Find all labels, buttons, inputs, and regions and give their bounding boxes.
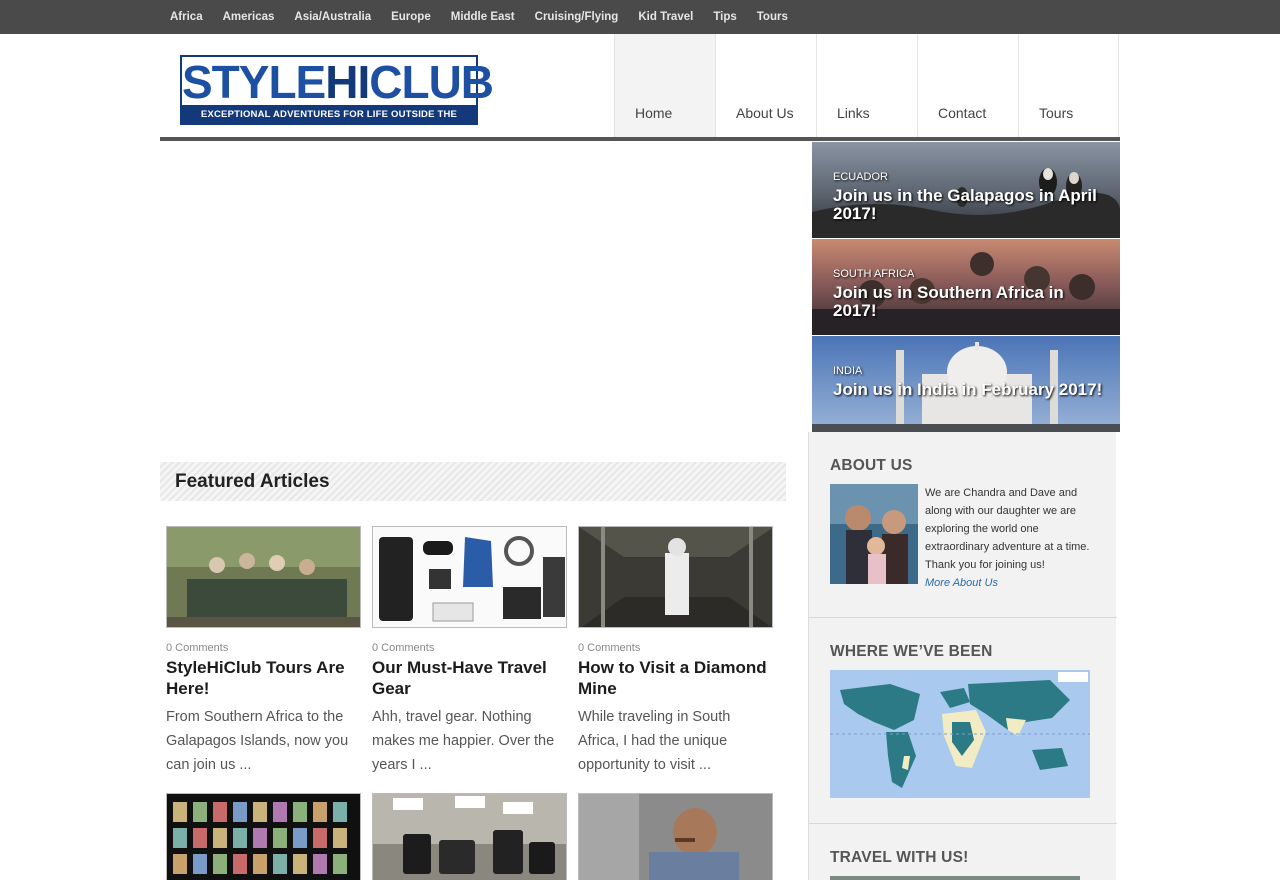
article-thumbnail[interactable] — [372, 526, 567, 628]
article-excerpt: While traveling in South Africa, I had t… — [578, 709, 731, 773]
travel-with-us-image[interactable] — [830, 876, 1080, 880]
travel-map[interactable] — [830, 670, 1090, 798]
promo-headline: Join us in India in February 2017! — [833, 380, 1103, 399]
nav-home[interactable]: Home — [614, 34, 715, 137]
header-divider — [160, 137, 1120, 141]
logo-tagline: EXCEPTIONAL ADVENTURES FOR LIFE OUTSIDE … — [180, 105, 478, 140]
category-link-middle-east[interactable]: Middle East — [451, 11, 515, 23]
travel-gear-photo — [373, 527, 566, 627]
article-card[interactable] — [166, 793, 362, 880]
article-card[interactable] — [372, 793, 568, 880]
about-us-text: We are Chandra and Dave and along with o… — [925, 487, 1090, 589]
article-thumbnail[interactable] — [166, 793, 361, 880]
site-logo[interactable]: STYLEHICLUB EXCEPTIONAL ADVENTURES FOR L… — [180, 55, 494, 140]
comment-count[interactable]: 0 Comments — [372, 642, 434, 654]
category-link-africa[interactable]: Africa — [170, 11, 203, 23]
promo-south-africa[interactable]: SOUTH AFRICA Join us in Southern Africa … — [812, 239, 1120, 335]
article-excerpt: From Southern Africa to the Galapagos Is… — [166, 709, 349, 773]
category-link-tips[interactable]: Tips — [713, 11, 736, 23]
promo-headline: Join us in the Galapagos in April 2017! — [833, 186, 1097, 223]
promo-kicker: ECUADOR — [833, 171, 889, 183]
comment-count[interactable]: 0 Comments — [578, 642, 640, 654]
travel-with-us-widget: TRAVEL WITH US! — [809, 824, 1117, 880]
article-thumbnail[interactable] — [372, 793, 567, 880]
promo-slider: ECUADOR Join us in the Galapagos in Apri… — [812, 142, 1120, 433]
site-header: STYLEHICLUB EXCEPTIONAL ADVENTURES FOR L… — [160, 34, 1120, 142]
more-about-us-link[interactable]: More About Us — [925, 577, 998, 589]
article-title[interactable]: How to Visit a Diamond Mine — [578, 657, 774, 699]
sidebar: ABOUT US We are Chandra and Dave and alo… — [808, 432, 1117, 880]
category-nav: Africa Americas Asia/Australia Europe Mi… — [160, 0, 808, 34]
promo-kicker: INDIA — [833, 365, 863, 377]
about-us-widget: ABOUT US We are Chandra and Dave and alo… — [809, 432, 1117, 618]
article-title[interactable]: Our Must-Have Travel Gear — [372, 657, 568, 699]
luggage-photo — [373, 794, 566, 880]
top-category-bar: Africa Americas Asia/Australia Europe Mi… — [0, 0, 1280, 34]
article-thumbnail[interactable] — [578, 793, 773, 880]
family-photo — [830, 484, 918, 584]
nav-about-us[interactable]: About Us — [715, 34, 816, 137]
article-excerpt: Ahh, travel gear. Nothing makes me happi… — [372, 709, 555, 773]
main-nav: Home About Us Links Contact Tours — [614, 34, 1119, 137]
category-link-kid-travel[interactable]: Kid Travel — [638, 11, 693, 23]
article-card[interactable]: 0 Comments How to Visit a Diamond Mine W… — [578, 526, 774, 776]
article-thumbnail[interactable] — [166, 526, 361, 628]
article-card[interactable]: 0 Comments Our Must-Have Travel Gear Ahh… — [372, 526, 568, 776]
logo-wordmark: STYLEHICLUB — [180, 55, 494, 108]
article-card[interactable] — [578, 793, 774, 880]
diamond-mine-photo — [579, 527, 772, 627]
article-thumbnail[interactable] — [578, 526, 773, 628]
world-map-graphic — [830, 670, 1090, 798]
category-link-cruising-flying[interactable]: Cruising/Flying — [535, 11, 619, 23]
category-link-americas[interactable]: Americas — [223, 11, 275, 23]
currency-photo — [167, 794, 360, 880]
about-us-title: ABOUT US — [830, 457, 913, 474]
promo-india[interactable]: INDIA Join us in India in February 2017! — [812, 336, 1120, 432]
nav-links[interactable]: Links — [816, 34, 917, 137]
travel-with-us-title: TRAVEL WITH US! — [830, 849, 969, 866]
promo-headline: Join us in Southern Africa in 2017! — [833, 283, 1064, 320]
tour-group-photo — [167, 527, 360, 627]
category-link-europe[interactable]: Europe — [391, 11, 431, 23]
promo-kicker: SOUTH AFRICA — [833, 268, 915, 280]
nav-contact[interactable]: Contact — [917, 34, 1018, 137]
featured-articles-title: Featured Articles — [175, 471, 330, 492]
category-link-asia-australia[interactable]: Asia/Australia — [294, 11, 371, 23]
where-weve-been-title: WHERE WE’VE BEEN — [830, 643, 993, 660]
category-link-tours[interactable]: Tours — [757, 11, 788, 23]
cigar-man-photo — [579, 794, 772, 880]
article-card[interactable]: 0 Comments StyleHiClub Tours Are Here! F… — [166, 526, 362, 776]
comment-count[interactable]: 0 Comments — [166, 642, 228, 654]
nav-tours[interactable]: Tours — [1018, 34, 1119, 137]
article-title[interactable]: StyleHiClub Tours Are Here! — [166, 657, 362, 699]
featured-articles-header: Featured Articles — [160, 462, 786, 501]
promo-galapagos[interactable]: ECUADOR Join us in the Galapagos in Apri… — [812, 142, 1120, 238]
